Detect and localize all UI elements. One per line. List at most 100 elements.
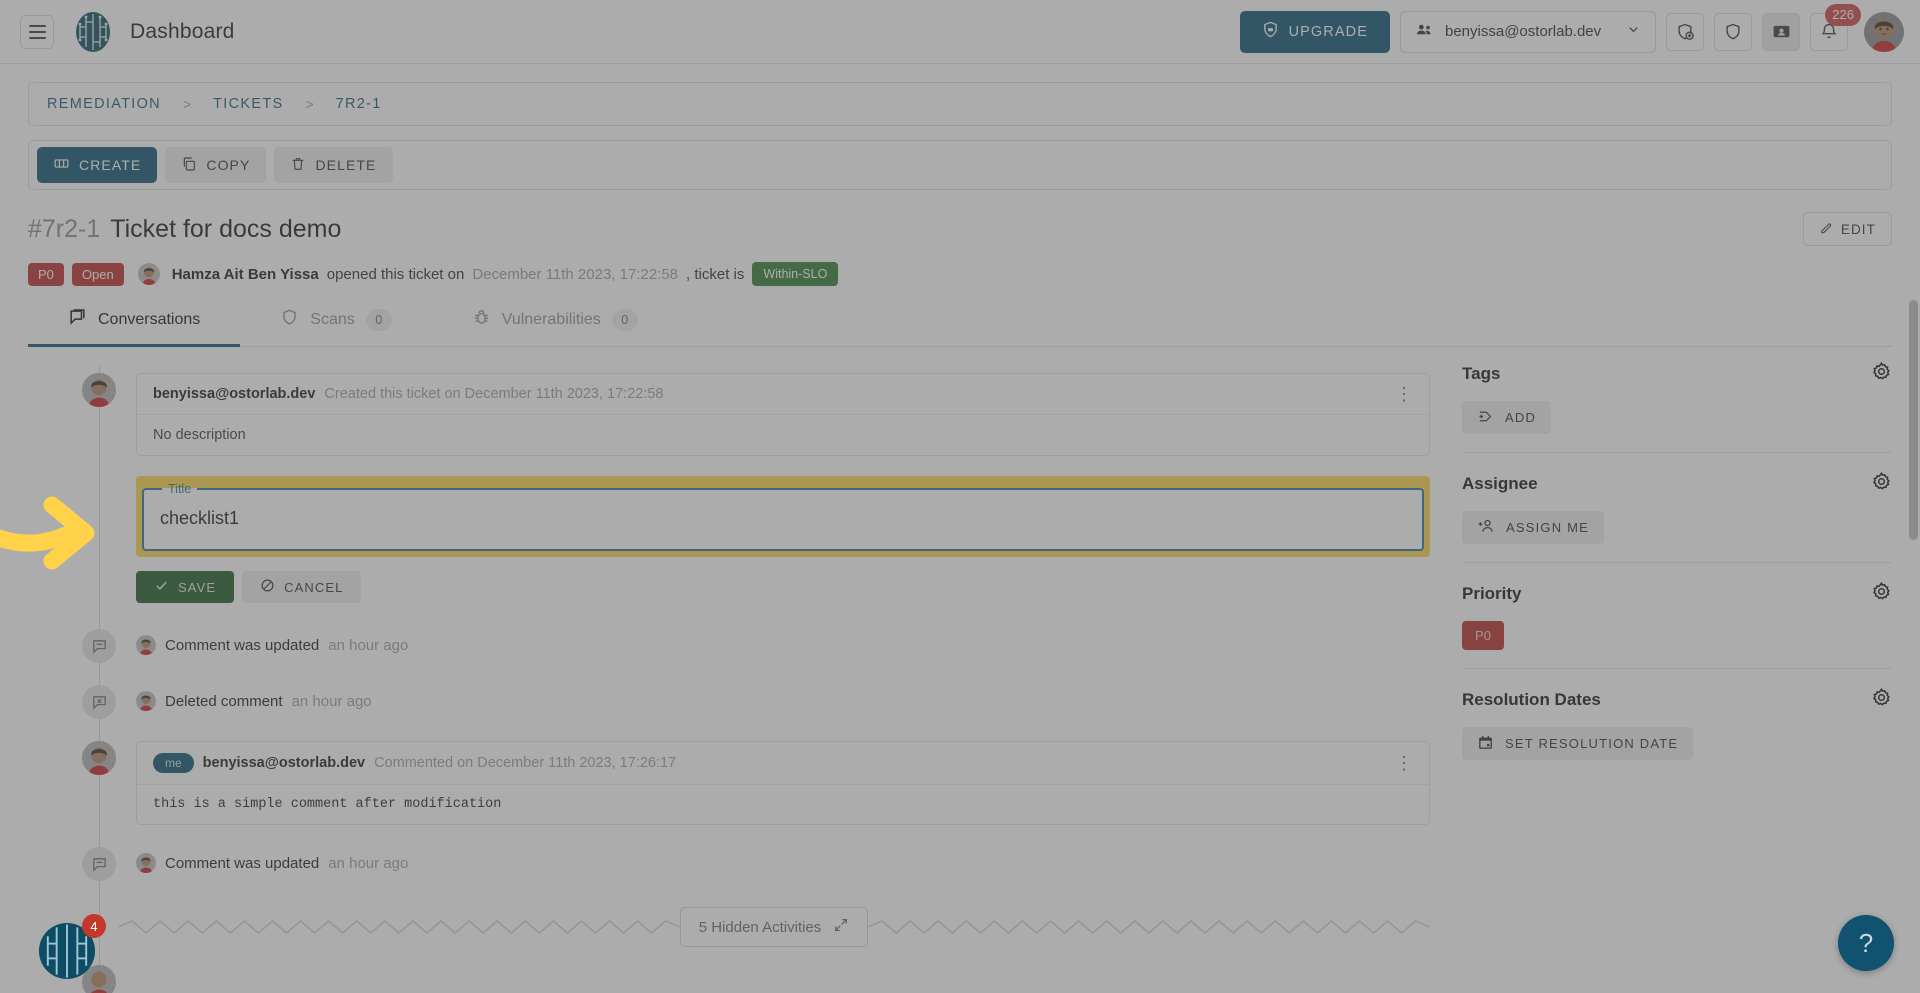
activity-time: an hour ago (328, 854, 409, 872)
page-content: REMEDIATION > TICKETS > 7R2-1 CREATE COP… (0, 64, 1920, 993)
ticket-title-row: #7r2-1 Ticket for docs demo EDIT (28, 212, 1892, 246)
zigzag-divider (868, 920, 1431, 934)
contact-card-icon[interactable] (1762, 12, 1800, 51)
save-label: SAVE (178, 579, 217, 595)
priority-badge: P0 (28, 262, 64, 286)
save-button[interactable]: SAVE (136, 571, 235, 603)
delete-label: DELETE (315, 157, 377, 173)
card-header: benyissa@ostorlab.dev Created this ticke… (137, 374, 1429, 415)
upgrade-button[interactable]: UPGRADE (1239, 10, 1390, 53)
ticket-reference: #7r2-1 (28, 214, 101, 243)
ticket-icon (53, 155, 70, 175)
sidebar-section-resolution-dates: Resolution Dates SET RESOLUTION DATE (1462, 668, 1892, 778)
group-icon (1415, 20, 1434, 43)
title-field-wrapper: Title (142, 482, 1424, 551)
assign-me-button[interactable]: ASSIGN ME (1462, 511, 1605, 544)
breadcrumb-item-remediation[interactable]: REMEDIATION (47, 96, 161, 112)
breadcrumb-separator: > (182, 96, 192, 112)
help-button[interactable]: ? (1838, 915, 1894, 971)
timeline-entry-body: Deleted comment an hour ago (136, 685, 1430, 711)
calendar-icon (1477, 734, 1494, 754)
breadcrumb-item-current[interactable]: 7R2-1 (336, 96, 382, 112)
copy-button[interactable]: COPY (165, 147, 267, 183)
sidebar-section-priority: Priority P0 (1462, 562, 1892, 668)
tab-vulnerabilities[interactable]: Vulnerabilities 0 (432, 308, 678, 346)
block-icon (260, 578, 275, 596)
more-vertical-icon[interactable]: ⋮ (1395, 385, 1413, 403)
scrollbar-thumb[interactable] (1909, 300, 1918, 540)
hidden-activities-label: 5 Hidden Activities (698, 918, 822, 936)
avatar (82, 741, 116, 775)
create-button[interactable]: CREATE (37, 147, 158, 183)
opened-date: December 11th 2023, 17:22:58 (472, 265, 679, 283)
highlight-box: Title (136, 476, 1430, 557)
add-tag-label: ADD (1505, 410, 1537, 425)
section-title: Priority (1462, 584, 1522, 603)
yellow-pointer-arrow (0, 487, 110, 582)
card-body: this is a simple comment after modificat… (153, 797, 502, 812)
activity-timeline: benyissa@ostorlab.dev Created this ticke… (28, 355, 1431, 993)
more-vertical-icon[interactable]: ⋮ (1395, 754, 1413, 772)
notifications-bell-icon[interactable]: 226 (1810, 3, 1861, 51)
breadcrumb: REMEDIATION > TICKETS > 7R2-1 (28, 82, 1892, 126)
gear-icon[interactable] (1871, 471, 1892, 497)
hidden-activities-row: 5 Hidden Activities (28, 907, 1431, 947)
created-card: benyissa@ostorlab.dev Created this ticke… (136, 373, 1430, 456)
corner-logo-widget[interactable]: 4 (36, 914, 106, 987)
avatar (82, 373, 116, 407)
scan-add-icon[interactable] (1666, 12, 1704, 51)
set-resolution-date-button[interactable]: SET RESOLUTION DATE (1462, 727, 1694, 760)
title-input[interactable] (158, 506, 1408, 535)
gear-icon[interactable] (1871, 361, 1892, 387)
organization-select[interactable]: benyissa@ostorlab.dev (1400, 10, 1656, 53)
avatar[interactable] (1864, 11, 1904, 52)
cancel-button[interactable]: CANCEL (242, 571, 362, 603)
tab-scans[interactable]: Scans 0 (240, 308, 431, 346)
tab-count: 0 (365, 309, 392, 331)
set-resolution-date-label: SET RESOLUTION DATE (1505, 736, 1679, 751)
edit-button[interactable]: EDIT (1802, 212, 1892, 246)
copy-label: COPY (206, 157, 251, 173)
breadcrumb-item-tickets[interactable]: TICKETS (213, 96, 283, 112)
organization-value: benyissa@ostorlab.dev (1445, 23, 1602, 40)
ticket-author: Hamza Ait Ben Yissa (171, 265, 319, 283)
section-header: Assignee (1462, 471, 1892, 497)
create-label: CREATE (79, 157, 142, 173)
ticket-title: Ticket for docs demo (110, 214, 342, 243)
gear-icon[interactable] (1871, 687, 1892, 713)
person-add-icon (1477, 517, 1495, 538)
title-field-legend: Title (168, 482, 192, 496)
timeline-entry-activity (28, 965, 1430, 993)
section-title: Assignee (1462, 474, 1538, 493)
hamburger-icon[interactable] (20, 14, 54, 49)
shield-icon (280, 308, 299, 332)
timeline-entry-body: me benyissa@ostorlab.dev Commented on De… (136, 741, 1430, 825)
comment-edit-icon (82, 629, 116, 663)
comment-card: me benyissa@ostorlab.dev Commented on De… (136, 741, 1430, 825)
bug-icon (472, 308, 491, 332)
assign-me-label: ASSIGN ME (1506, 520, 1590, 535)
section-title: Tags (1462, 364, 1501, 383)
avatar (136, 635, 156, 655)
priority-chip[interactable]: P0 (1462, 621, 1504, 650)
gear-icon[interactable] (1871, 581, 1892, 607)
add-tag-button[interactable]: ADD (1462, 401, 1552, 434)
delete-button[interactable]: DELETE (274, 147, 393, 183)
ticket-sidebar: Tags ADD Assignee ASSIGN ME Priority P0 … (1462, 355, 1892, 993)
hidden-activities-button[interactable]: 5 Hidden Activities (679, 907, 869, 947)
author-avatar (137, 263, 160, 285)
timeline-entry-activity: Comment was updated an hour ago (28, 629, 1430, 663)
page-title: Dashboard (130, 19, 235, 43)
tab-conversations[interactable]: Conversations (28, 308, 241, 347)
section-header: Priority (1462, 581, 1892, 607)
activity-line: Comment was updated an hour ago (136, 629, 1430, 655)
shield-icon[interactable] (1714, 12, 1752, 51)
tab-label: Vulnerabilities (501, 311, 601, 328)
expand-diagonal-icon (833, 917, 849, 937)
header-actions: UPGRADE benyissa@ostorlab.dev 226 (1239, 3, 1904, 53)
slo-badge: Within-SLO (752, 262, 839, 286)
me-badge: me (153, 753, 194, 773)
timeline-entry-comment: me benyissa@ostorlab.dev Commented on De… (28, 741, 1430, 825)
pencil-icon (1819, 221, 1833, 238)
avatar (136, 853, 156, 873)
